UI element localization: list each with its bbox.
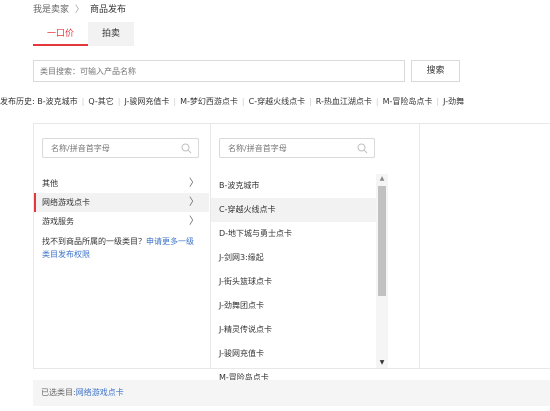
level2-item[interactable]: J-劲舞团点卡 — [211, 294, 376, 318]
level2-scrollbar[interactable]: ▲ ▼ — [376, 174, 388, 368]
selected-category-bar: 已选类目:网络游戏点卡 — [33, 380, 550, 406]
level1-item-label: 游戏服务 — [42, 217, 74, 226]
category-column-level2: B-波克城市 C-穿越火线点卡 D-地下城与勇士点卡 J-剑网3:缘起 J-街头… — [210, 124, 420, 382]
chevron-right-icon: 〉 — [189, 216, 199, 227]
level2-item[interactable]: C-穿越火线点卡 — [211, 198, 376, 222]
category-search-input[interactable] — [33, 60, 405, 82]
history-divider: | — [241, 97, 245, 106]
category-search-row: 搜索 — [33, 60, 460, 82]
level1-item-other[interactable]: 其他 〉 — [34, 174, 209, 193]
history-item[interactable]: M-冒险岛点卡 — [383, 97, 433, 106]
history-divider: | — [436, 97, 440, 106]
level1-filter — [42, 138, 199, 158]
category-selector: 其他 〉 网络游戏点卡 〉 游戏服务 〉 找不到商品所属的一级类目？申请更多一级… — [33, 123, 550, 382]
search-button[interactable]: 搜索 — [411, 60, 460, 82]
level1-item-game-cards[interactable]: 网络游戏点卡 〉 — [34, 193, 209, 212]
level1-filter-input[interactable] — [43, 139, 198, 157]
history-item[interactable]: J-劲舞 — [443, 97, 464, 106]
category-column-level1: 其他 〉 网络游戏点卡 〉 游戏服务 〉 找不到商品所属的一级类目？申请更多一级… — [34, 124, 209, 368]
tab-auction[interactable]: 拍卖 — [88, 22, 135, 46]
chevron-right-icon: 〉 — [189, 197, 199, 208]
scroll-down-arrow-icon[interactable]: ▼ — [376, 358, 388, 368]
level2-item[interactable]: J-精灵传说点卡 — [211, 318, 376, 342]
breadcrumb-root[interactable]: 我是卖家 — [33, 5, 69, 15]
history-label: 发布历史: — [0, 97, 35, 106]
level2-item[interactable]: J-骏网充值卡 — [211, 342, 376, 366]
level2-filter-input[interactable] — [220, 139, 374, 157]
scroll-thumb[interactable] — [378, 186, 386, 296]
selected-category-label: 已选类目: — [41, 388, 76, 397]
publish-history: 发布历史: B-波克城市 | Q-其它 | J-骏网充值卡 | M-梦幻西游点卡 | C-穿越火… — [0, 96, 550, 108]
tab-fixed-price[interactable]: 一口价 — [33, 22, 89, 46]
history-divider: | — [375, 97, 379, 106]
level2-item[interactable]: J-剑网3:缘起 — [211, 246, 376, 270]
level2-item[interactable]: B-波克城市 — [211, 174, 376, 198]
help-note-text: 找不到商品所属的一级类目？ — [42, 237, 146, 246]
level2-filter — [219, 138, 375, 158]
level2-item[interactable]: J-街头篮球点卡 — [211, 270, 376, 294]
magnifier-icon — [357, 143, 368, 154]
history-item[interactable]: Q-其它 — [88, 97, 113, 106]
history-divider: | — [309, 97, 312, 106]
history-item[interactable]: J-骏网充值卡 — [124, 97, 169, 106]
level1-item-label: 其他 — [42, 179, 58, 188]
history-item[interactable]: M-梦幻西游点卡 — [180, 97, 238, 106]
level2-item[interactable]: D-地下城与勇士点卡 — [211, 222, 376, 246]
history-item[interactable]: C-穿越火线点卡 — [249, 97, 305, 106]
breadcrumb-current: 商品发布 — [90, 5, 127, 15]
breadcrumb: 我是卖家〉商品发布 — [33, 4, 126, 16]
selected-category-value[interactable]: 网络游戏点卡 — [76, 388, 124, 397]
scroll-up-arrow-icon[interactable]: ▲ — [376, 174, 388, 184]
history-item[interactable]: R-热血江湖点卡 — [316, 97, 372, 106]
level1-item-game-service[interactable]: 游戏服务 〉 — [34, 212, 209, 231]
history-divider: | — [81, 97, 85, 106]
history-divider: | — [173, 97, 177, 106]
history-item[interactable]: B-波克城市 — [37, 97, 77, 106]
category-help-note: 找不到商品所属的一级类目？申请更多一级类目发布权限 — [34, 231, 209, 261]
history-divider: | — [117, 97, 121, 106]
chevron-right-icon: 〉 — [189, 178, 199, 189]
magnifier-icon — [181, 143, 192, 154]
tab-bar: 一口价 拍卖 — [33, 22, 135, 46]
level1-list: 其他 〉 网络游戏点卡 〉 游戏服务 〉 找不到商品所属的一级类目？申请更多一级… — [34, 174, 209, 261]
breadcrumb-separator: 〉 — [75, 5, 85, 15]
level1-item-label: 网络游戏点卡 — [42, 198, 90, 207]
level2-list: B-波克城市 C-穿越火线点卡 D-地下城与勇士点卡 J-剑网3:缘起 J-街头… — [211, 174, 376, 390]
